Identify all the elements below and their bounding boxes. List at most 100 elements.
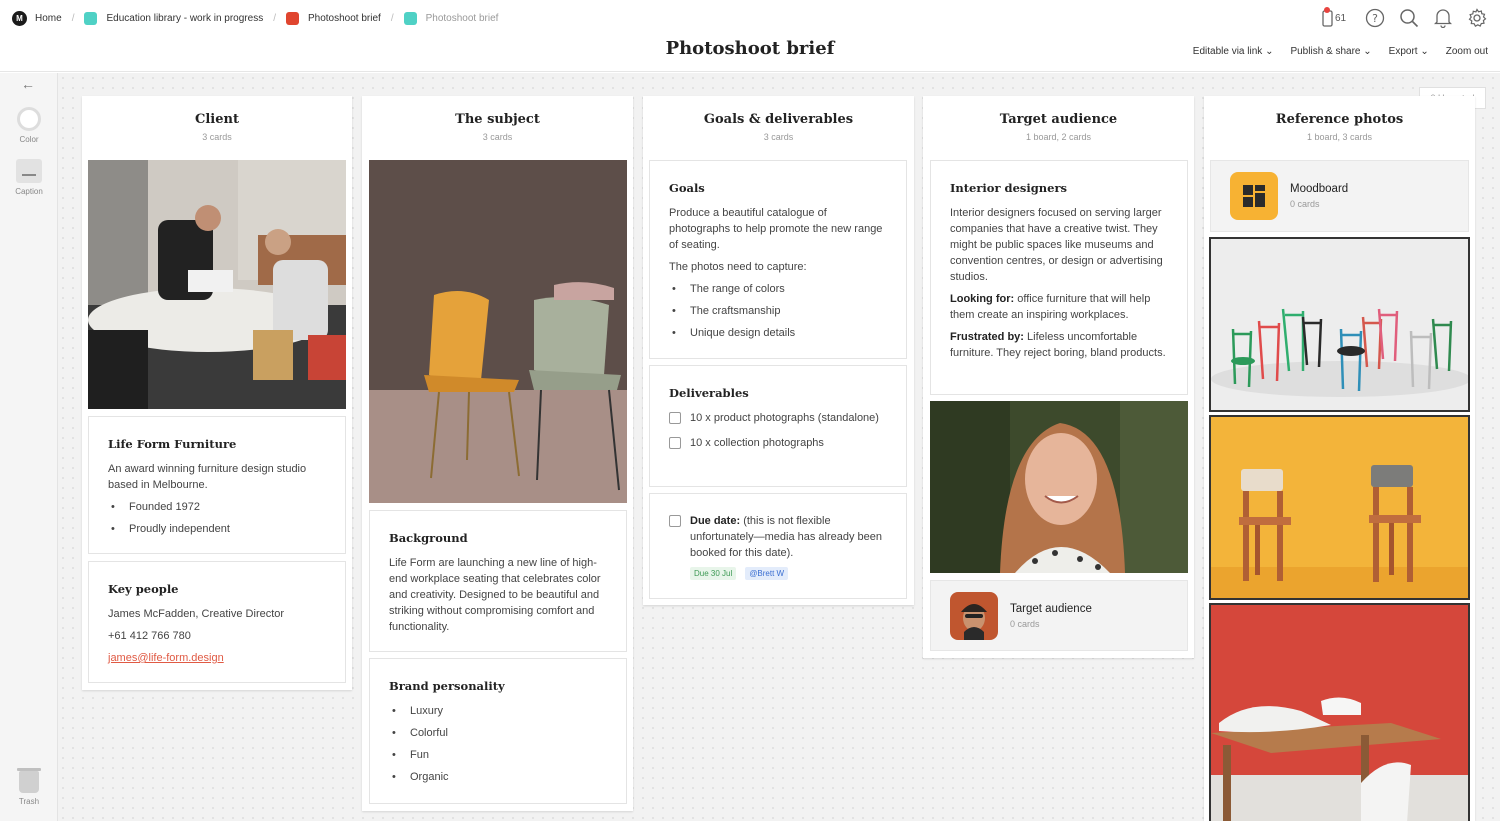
breadcrumb-separator: / — [273, 12, 276, 24]
due-date-tag[interactable]: Due 30 Jul — [690, 567, 737, 580]
card-title: Goals — [669, 181, 705, 195]
avatar — [950, 591, 998, 640]
notification-dot — [1324, 7, 1330, 13]
breadcrumb-education-library[interactable]: Education library - work in progress — [84, 11, 264, 25]
board-moodboard[interactable]: Moodboard 0 cards — [1210, 160, 1469, 232]
search-button[interactable] — [1398, 7, 1420, 29]
card-title: Brand personality — [389, 679, 505, 693]
breadcrumb-home[interactable]: M Home — [12, 10, 62, 26]
reference-photo-red-room[interactable] — [1209, 603, 1470, 821]
board-count: 0 cards — [1010, 618, 1040, 629]
color-circle-icon — [17, 107, 41, 131]
column-header: Client 3 cards — [82, 96, 352, 142]
trash-tool[interactable]: Trash — [0, 768, 58, 806]
board-target-audience[interactable]: Target audience 0 cards — [930, 580, 1188, 651]
breadcrumb-current[interactable]: Photoshoot brief — [403, 11, 498, 25]
contact-email-link[interactable]: james@life-form.design — [108, 652, 224, 664]
board-title: Moodboard — [1290, 183, 1349, 195]
chevron-down-icon: ⌄ — [1265, 46, 1274, 57]
card-goals[interactable]: Goals Produce a beautiful catalogue of p… — [649, 160, 907, 359]
card-text: Produce a beautiful catalogue of photogr… — [669, 207, 883, 251]
chevron-down-icon: ⌄ — [1420, 46, 1429, 57]
devices-button[interactable]: 61 — [1316, 7, 1352, 29]
todo-text: Due date: (this is not flexible unfortun… — [690, 513, 887, 561]
card-text: The photos need to capture: — [669, 261, 807, 273]
todo-item: Due date: (this is not flexible unfortun… — [669, 513, 887, 561]
todo-item: 10 x collection photographs — [669, 435, 887, 451]
breadcrumb-photoshoot-brief-parent[interactable]: Photoshoot brief — [285, 11, 381, 25]
card-deliverables[interactable]: Deliverables 10 x product photographs (s… — [649, 365, 907, 487]
subject-chairs-image[interactable] — [369, 160, 627, 503]
moodboard-icon — [1230, 172, 1278, 220]
board-color-icon — [285, 11, 299, 25]
tags-row: Due 30 Jul @Brett W — [669, 565, 887, 581]
zoom-out-button[interactable]: Zoom out — [1446, 46, 1488, 57]
due-label: Due date: — [690, 515, 741, 527]
reference-photo-colorful-chairs[interactable] — [1209, 237, 1470, 412]
contact-name: James McFadden, Creative Director — [108, 608, 285, 620]
card-title: Deliverables — [669, 386, 749, 400]
board-count: 0 cards — [1290, 199, 1320, 209]
column-count: 1 board, 2 cards — [1025, 132, 1092, 142]
frustrated-label: Frustrated by: — [950, 331, 1024, 343]
card-brand-personality[interactable]: Brand personality Luxury Colorful Fun Or… — [369, 658, 627, 804]
checkbox[interactable] — [669, 437, 681, 449]
card-client-company[interactable]: Life Form Furniture An award winning fur… — [88, 416, 346, 554]
breadcrumb: M Home / Education library - work in pro… — [12, 10, 498, 26]
column-title: Client — [195, 112, 239, 127]
list-item: Fun — [389, 747, 607, 763]
client-photo-image[interactable] — [88, 160, 346, 409]
breadcrumb-label: Home — [35, 12, 62, 24]
column-count: 3 cards — [482, 132, 513, 142]
publish-share-menu[interactable]: Publish & share ⌄ — [1290, 46, 1371, 57]
assignee-tag[interactable]: @Brett W — [745, 567, 789, 580]
board-color-icon — [403, 11, 417, 25]
back-arrow-icon[interactable]: ← — [21, 76, 35, 92]
card-title: Background — [389, 531, 468, 545]
menu-label: Export — [1388, 46, 1418, 57]
breadcrumb-label: Education library - work in progress — [106, 12, 264, 24]
board-color-icon — [84, 11, 98, 25]
reference-photo-yellow-chairs[interactable] — [1209, 415, 1470, 600]
menu-label: Editable via link — [1192, 46, 1263, 57]
notifications-button[interactable] — [1432, 7, 1454, 29]
column-count: 3 cards — [763, 132, 794, 142]
help-button[interactable]: ? — [1364, 7, 1386, 29]
color-tool[interactable]: Color — [0, 107, 58, 144]
card-title: Interior designers — [950, 181, 1067, 195]
settings-button[interactable] — [1466, 7, 1488, 29]
card-due-date[interactable]: Due date: (this is not flexible unfortun… — [649, 493, 907, 599]
card-text: An award winning furniture design studio… — [108, 463, 307, 491]
column-title: The subject — [455, 112, 540, 127]
list-item: The range of colors — [669, 281, 887, 297]
todo-text: 10 x product photographs (standalone) — [690, 412, 879, 424]
card-interior-designers[interactable]: Interior designers Interior designers fo… — [930, 160, 1188, 395]
caption-tool[interactable]: Caption — [0, 159, 58, 196]
checkbox[interactable] — [669, 515, 681, 527]
checkbox[interactable] — [669, 412, 681, 424]
tool-label: Caption — [15, 187, 43, 196]
bullet-list: Luxury Colorful Fun Organic — [389, 703, 607, 785]
list-item: Organic — [389, 769, 607, 785]
card-text: Looking for: office furniture that will … — [950, 291, 1168, 323]
column-count: 1 board, 3 cards — [1306, 132, 1373, 142]
todo-text: 10 x collection photographs — [690, 437, 824, 449]
device-count: 61 — [1334, 12, 1347, 24]
list-item: Proudly independent — [108, 521, 326, 537]
column-title: Goals & deliverables — [703, 112, 854, 127]
left-toolbar: ← Color Caption Trash — [0, 73, 58, 821]
gear-icon — [1468, 8, 1487, 28]
portrait-woman-image[interactable] — [930, 401, 1188, 573]
looking-label: Looking for: — [950, 293, 1015, 305]
export-menu[interactable]: Export ⌄ — [1389, 46, 1429, 57]
editable-via-link-menu[interactable]: Editable via link ⌄ — [1193, 46, 1274, 57]
breadcrumb-separator: / — [71, 12, 75, 24]
column-title: Reference photos — [1275, 112, 1404, 127]
card-text: Life Form are launching a new line of hi… — [389, 557, 601, 633]
column-count: 3 cards — [202, 132, 232, 142]
card-key-people[interactable]: Key people James McFadden, Creative Dire… — [88, 561, 346, 683]
card-background[interactable]: Background Life Form are launching a new… — [369, 510, 627, 652]
list-item: Colorful — [389, 725, 607, 741]
search-icon — [1400, 9, 1419, 28]
bell-icon — [1434, 9, 1452, 28]
